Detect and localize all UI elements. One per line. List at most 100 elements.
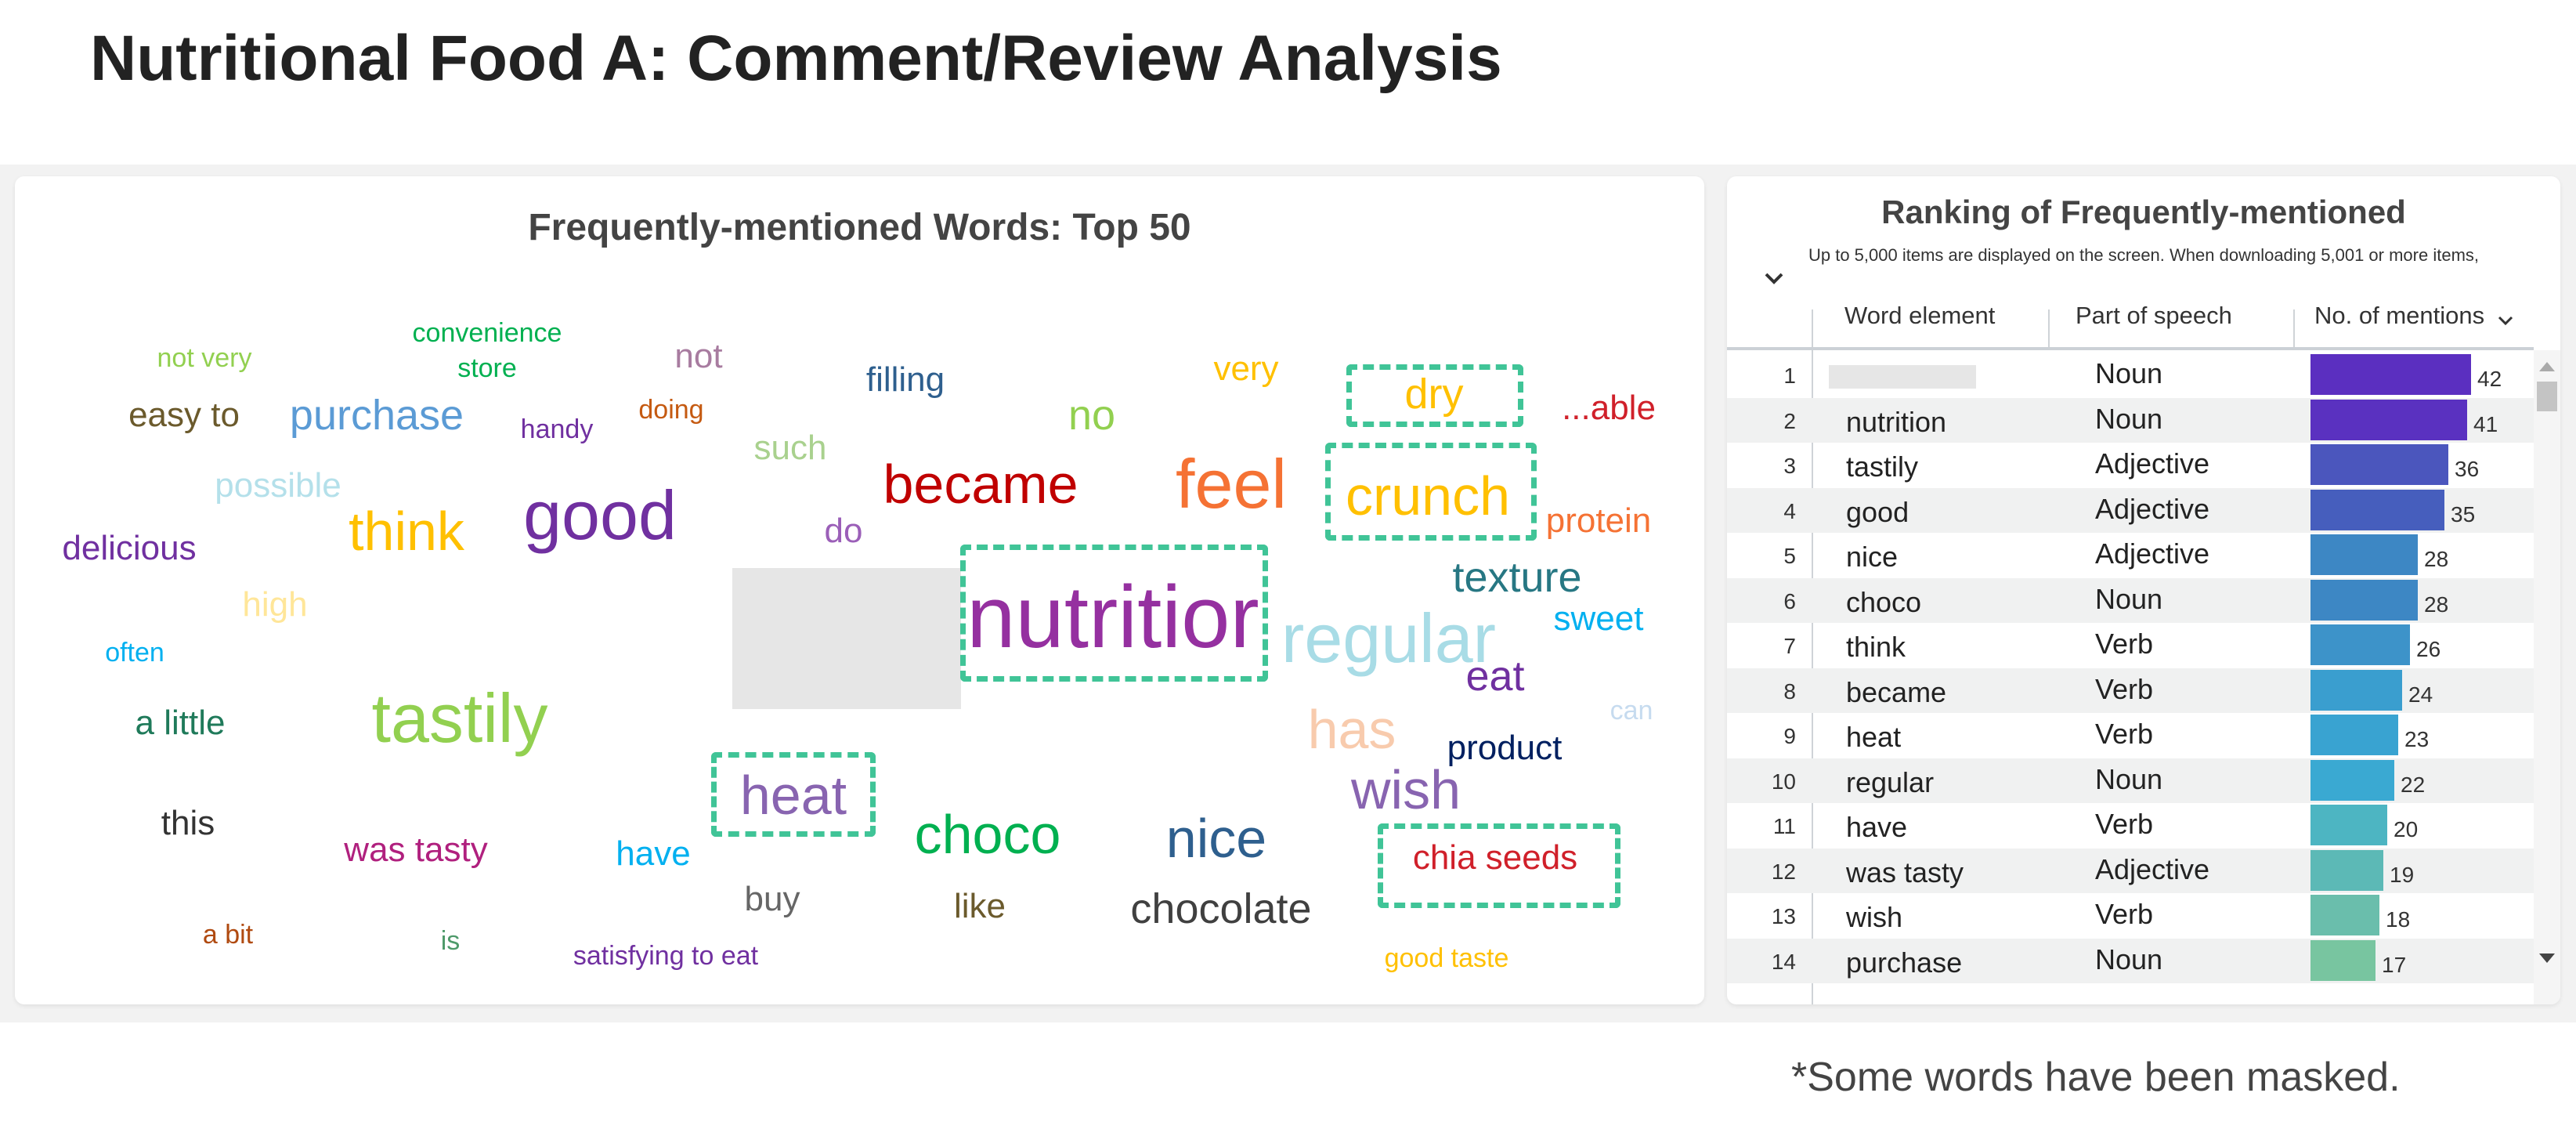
cloud-word[interactable]: very [1213, 352, 1278, 386]
cloud-word[interactable]: not [674, 339, 722, 374]
mentions-value: 20 [2394, 817, 2419, 841]
cloud-word[interactable]: high [242, 588, 307, 622]
cloud-word[interactable]: nutritior [966, 574, 1259, 661]
table-row[interactable]: 9 heat Verb 23 [1727, 713, 2534, 758]
mentions-value: 41 [2473, 411, 2498, 436]
cloud-word[interactable]: tastily [372, 684, 548, 753]
cloud-word[interactable]: is [441, 928, 461, 954]
rank-number: 10 [1771, 769, 1796, 794]
cloud-word[interactable]: chia seeds [1413, 841, 1577, 875]
cloud-word[interactable]: feel [1176, 450, 1287, 519]
cloud-word[interactable]: chocolate [1130, 888, 1311, 930]
sort-chevron-icon[interactable] [2496, 313, 2515, 328]
word-element: was tasty [1846, 856, 1964, 888]
cloud-word[interactable]: buy [745, 882, 800, 917]
cloud-word[interactable]: texture [1452, 556, 1581, 599]
cloud-word[interactable]: regular [1281, 604, 1496, 673]
table-row[interactable]: 7 think Verb 26 [1727, 623, 2534, 668]
mentions-value: 24 [2408, 682, 2433, 707]
cloud-word[interactable]: heat [740, 768, 847, 823]
cloud-word[interactable]: can [1610, 697, 1653, 724]
scrollbar[interactable] [2534, 350, 2560, 1004]
table-row[interactable]: 12 was tasty Adjective 19 [1727, 848, 2534, 893]
cloud-word[interactable]: easy to [128, 398, 240, 432]
scrollbar-thumb[interactable] [2537, 382, 2557, 411]
word-element: choco [1846, 585, 1922, 618]
cloud-word[interactable]: wish [1351, 762, 1461, 817]
cloud-word[interactable]: was tasty [344, 833, 487, 867]
ranking-panel: Ranking of Frequently-mentioned Up to 5,… [1727, 176, 2560, 1004]
cloud-word[interactable]: sweet [1554, 602, 1644, 636]
table-row[interactable]: 6 choco Noun 28 [1727, 577, 2534, 623]
rank-number: 9 [1783, 724, 1796, 748]
table-row[interactable]: 13 wish Verb 18 [1727, 893, 2534, 938]
word-cloud-panel: Frequently-mentioned Words: Top 50 not v… [15, 176, 1704, 1004]
mentions-value: 17 [2382, 952, 2407, 977]
mentions-bar [2310, 399, 2467, 440]
cloud-word[interactable]: satisfying to eat [573, 943, 758, 969]
cloud-word[interactable]: often [105, 639, 164, 666]
cloud-word[interactable]: ...able [1562, 391, 1656, 425]
table-row[interactable]: 11 have Verb 20 [1727, 803, 2534, 848]
column-divider [2293, 309, 2295, 349]
cloud-word[interactable]: became [883, 457, 1078, 512]
rank-number: 4 [1783, 498, 1796, 523]
cloud-word[interactable]: not very [157, 345, 252, 371]
table-row[interactable]: 1 Noun 42 [1727, 353, 2534, 397]
cloud-word[interactable]: a little [135, 706, 226, 740]
mentions-value: 23 [2404, 727, 2430, 751]
table-row[interactable]: 14 purchase Noun 17 [1727, 938, 2534, 983]
rank-number: 8 [1783, 678, 1796, 704]
cloud-word[interactable]: product [1447, 731, 1563, 765]
cloud-word[interactable]: this [161, 806, 215, 841]
cloud-word[interactable]: store [457, 355, 517, 382]
cloud-word[interactable]: a bit [203, 921, 253, 948]
table-row[interactable]: 3 tastily Adjective 36 [1727, 443, 2534, 487]
cloud-word[interactable]: delicious [62, 531, 196, 566]
cloud-word[interactable]: crunch [1346, 469, 1510, 523]
cloud-word[interactable]: purchase [290, 394, 464, 436]
part-of-speech: Noun [2095, 582, 2163, 615]
scroll-down-icon[interactable] [2539, 953, 2555, 963]
part-of-speech: Adjective [2095, 537, 2210, 570]
cloud-word[interactable]: eat [1465, 655, 1524, 697]
table-row[interactable]: 10 regular Noun 22 [1727, 758, 2534, 803]
cloud-word[interactable]: convenience [413, 320, 562, 346]
mentions-value: 28 [2424, 592, 2449, 617]
scroll-up-icon[interactable] [2539, 362, 2555, 371]
chevron-down-icon[interactable] [1758, 262, 1790, 294]
cloud-word[interactable]: such [754, 431, 827, 465]
cloud-word[interactable]: nice [1166, 811, 1266, 866]
cloud-word[interactable]: good taste [1385, 945, 1509, 972]
word-element: tastily [1846, 451, 1919, 483]
cloud-word[interactable]: dry [1404, 373, 1463, 415]
rank-number: 12 [1771, 859, 1796, 884]
cloud-word[interactable]: handy [521, 416, 594, 443]
cloud-word[interactable]: choco [915, 807, 1061, 862]
table-row[interactable]: 5 nice Adjective 28 [1727, 533, 2534, 577]
cloud-word[interactable]: doing [638, 396, 703, 423]
cloud-word[interactable]: like [954, 889, 1006, 924]
column-header-word[interactable]: Word element [1844, 302, 1995, 350]
cloud-word[interactable]: have [616, 837, 690, 871]
cloud-word[interactable]: good [523, 481, 677, 550]
mentions-bar [2310, 849, 2383, 891]
part-of-speech: Adjective [2095, 447, 2210, 479]
cloud-word[interactable]: possible [215, 469, 341, 503]
cloud-word[interactable]: do [825, 514, 863, 548]
cloud-word[interactable]: no [1068, 394, 1115, 436]
table-row[interactable]: 4 good Adjective 35 [1727, 487, 2534, 533]
cloud-word[interactable]: think [349, 504, 464, 559]
mentions-bar [2310, 624, 2410, 665]
mentions-bar [2310, 444, 2448, 485]
rank-number: 6 [1783, 588, 1796, 613]
cloud-word[interactable]: has [1308, 702, 1396, 757]
cloud-word[interactable]: protein [1546, 504, 1652, 538]
mentions-value: 42 [2477, 367, 2502, 391]
header-divider [1727, 347, 2534, 350]
table-row[interactable]: 2 nutrition Noun 41 [1727, 397, 2534, 443]
column-header-pos[interactable]: Part of speech [2076, 302, 2232, 350]
table-row[interactable]: 8 became Verb 24 [1727, 668, 2534, 713]
column-header-mentions[interactable]: No. of mentions [2314, 302, 2515, 350]
cloud-word[interactable]: filling [866, 363, 945, 397]
